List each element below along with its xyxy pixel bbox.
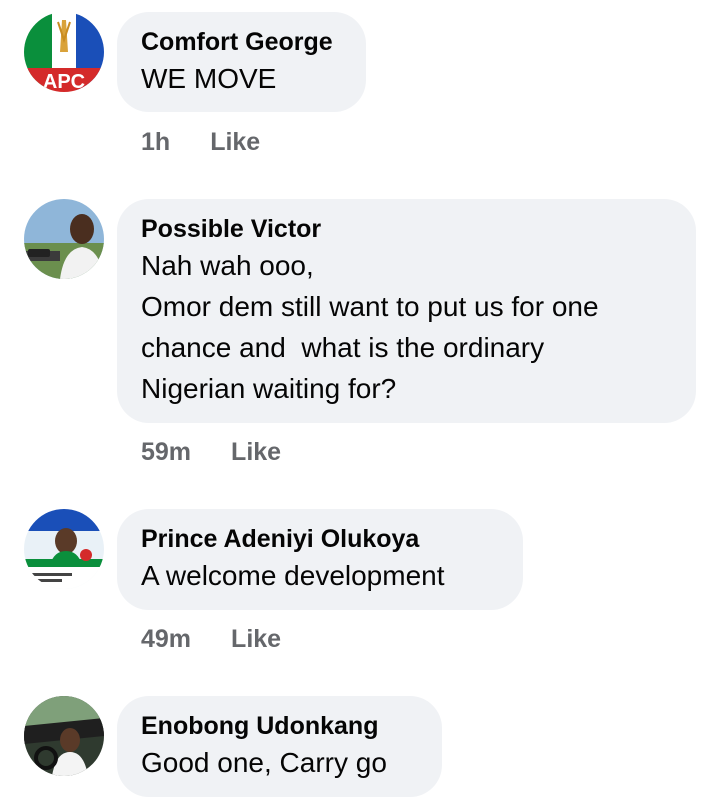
- campaign-poster-avatar[interactable]: [24, 509, 104, 589]
- comment-meta: 1h Like: [141, 127, 260, 157]
- comment-author[interactable]: Prince Adeniyi Olukoya: [141, 523, 499, 555]
- comment-bubble: Comfort George WE MOVE: [117, 12, 366, 112]
- comment-line: Nah wah ooo,: [141, 250, 314, 281]
- comment-meta: 49m Like: [141, 624, 281, 654]
- comment-author[interactable]: Possible Victor: [141, 213, 672, 245]
- comment-text: WE MOVE: [141, 58, 342, 99]
- comment-line: A welcome development: [141, 560, 445, 591]
- comment-line: WE MOVE: [141, 63, 277, 94]
- comment-text: Nah wah ooo, Omor dem still want to put …: [141, 245, 672, 409]
- comment-bubble: Prince Adeniyi Olukoya A welcome develop…: [117, 509, 523, 610]
- comment-line: chance and what is the ordinary: [141, 332, 545, 363]
- comment-bubble: Possible Victor Nah wah ooo, Omor dem st…: [117, 199, 696, 423]
- like-button[interactable]: Like: [231, 624, 281, 654]
- comment-timestamp[interactable]: 1h: [141, 127, 170, 157]
- comment-meta: 59m Like: [141, 437, 281, 467]
- comment-timestamp[interactable]: 49m: [141, 624, 191, 654]
- comment-text: Good one, Carry go: [141, 742, 418, 783]
- user-photo-avatar[interactable]: [24, 199, 104, 279]
- like-button[interactable]: Like: [210, 127, 260, 157]
- user-in-car-avatar[interactable]: [24, 696, 104, 776]
- comment-bubble: Enobong Udonkang Good one, Carry go: [117, 696, 442, 797]
- like-button[interactable]: Like: [231, 437, 281, 467]
- comment-line: Nigerian waiting for?: [141, 373, 397, 404]
- comment-line: Good one, Carry go: [141, 747, 387, 778]
- comment-author[interactable]: Comfort George: [141, 26, 342, 58]
- comment-author[interactable]: Enobong Udonkang: [141, 710, 418, 742]
- comment-timestamp[interactable]: 59m: [141, 437, 191, 467]
- comment-text: A welcome development: [141, 555, 499, 596]
- apc-party-logo-avatar[interactable]: APC: [24, 12, 104, 92]
- comment-line: Omor dem still want to put us for one: [141, 291, 599, 322]
- svg-text:APC: APC: [43, 71, 85, 92]
